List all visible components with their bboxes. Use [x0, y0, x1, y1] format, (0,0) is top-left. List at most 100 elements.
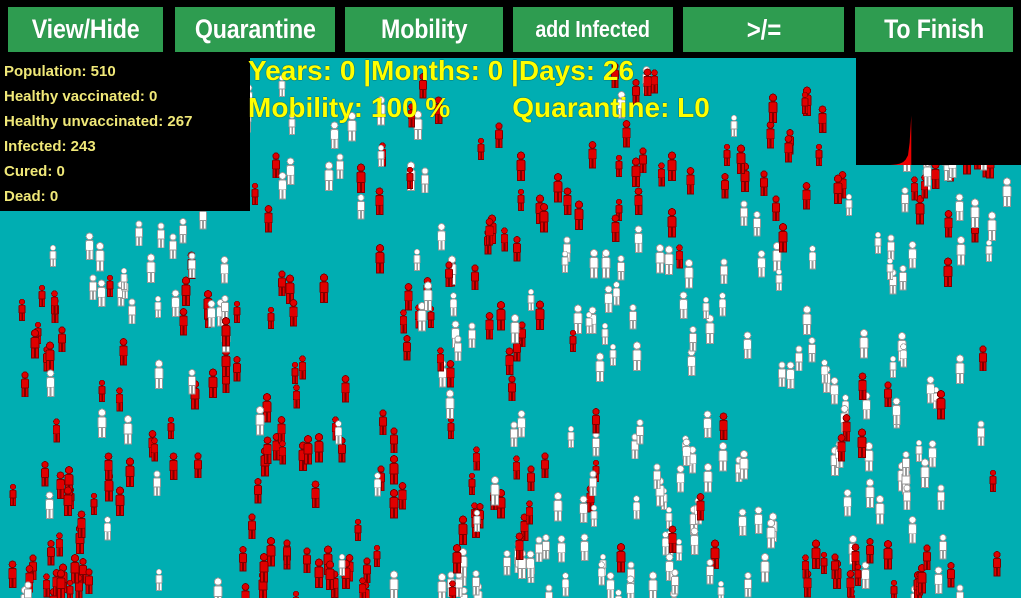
person-figure — [700, 410, 715, 444]
person-figure — [687, 527, 702, 561]
person-figure — [7, 483, 19, 512]
person-figure — [952, 354, 968, 390]
person-figure — [631, 225, 646, 259]
person-figure — [983, 239, 995, 268]
person-figure — [372, 244, 388, 279]
person-figure — [716, 412, 731, 446]
person-figure — [447, 292, 460, 322]
person-figure — [88, 492, 100, 521]
person-figure — [47, 244, 59, 273]
to-finish-button[interactable]: To Finish — [855, 7, 1013, 52]
person-figure — [275, 270, 289, 302]
person-figure — [475, 137, 487, 166]
person-figure — [185, 369, 199, 400]
person-figure — [290, 590, 302, 598]
person-figure — [150, 470, 164, 502]
person-figure — [101, 516, 114, 546]
person-figure — [933, 390, 949, 425]
person-figure — [614, 91, 629, 124]
person-figure — [21, 581, 35, 598]
person-figure — [352, 518, 364, 547]
speed-toggle-button[interactable]: >/= — [683, 7, 844, 52]
person-figure — [166, 452, 181, 486]
person-figure — [290, 384, 303, 414]
person-figure — [512, 532, 527, 566]
person-figure — [559, 572, 572, 598]
person-figure — [664, 208, 680, 243]
person-figure — [686, 326, 700, 357]
person-figure — [905, 516, 920, 549]
person-figure — [168, 289, 183, 323]
person-figure — [781, 135, 796, 168]
view-hide-label: View/Hide — [31, 14, 140, 44]
person-figure — [311, 433, 327, 468]
person-figure — [465, 322, 479, 354]
person-figure — [855, 372, 870, 406]
person-figure — [854, 428, 870, 464]
person-figure — [665, 525, 680, 559]
person-figure — [143, 253, 159, 289]
person-figure — [353, 163, 369, 199]
person-figure — [333, 153, 347, 185]
person-figure — [112, 486, 128, 522]
person-figure — [736, 450, 752, 485]
stat-population: Population: 510 — [4, 63, 116, 80]
person-figure — [94, 408, 110, 444]
person-figure — [249, 182, 261, 211]
person-figure — [783, 361, 798, 395]
person-figure — [510, 236, 524, 267]
mobility-button[interactable]: Mobility — [345, 7, 503, 52]
person-figure — [633, 419, 647, 450]
infection-graph-panel — [856, 55, 1021, 165]
person-figure — [884, 257, 896, 286]
person-figure — [308, 480, 323, 514]
person-figure — [588, 504, 600, 533]
person-figure — [386, 489, 402, 524]
person-figure — [567, 329, 579, 358]
person-figure — [113, 387, 126, 417]
person-figure — [218, 317, 234, 352]
person-figure — [872, 231, 884, 260]
person-figure — [153, 568, 165, 597]
person-figure — [482, 218, 497, 251]
person-figure — [191, 452, 205, 484]
view-hide-button[interactable]: View/Hide — [8, 7, 163, 52]
add-infected-button[interactable]: add Infected — [513, 7, 673, 52]
person-figure — [728, 114, 740, 143]
person-figure — [613, 154, 625, 183]
person-figure — [934, 484, 948, 516]
person-figure — [554, 535, 569, 568]
person-figure — [132, 220, 146, 252]
person-figure — [442, 261, 456, 293]
person-figure — [888, 579, 900, 598]
person-figure — [471, 509, 483, 538]
person-figure — [74, 510, 89, 544]
person-figure — [607, 343, 619, 372]
stat-healthy-vaccinated: Healthy vaccinated: 0 — [4, 88, 158, 105]
person-figure — [815, 105, 830, 139]
person-figure — [631, 187, 646, 221]
person-figure — [245, 513, 259, 545]
person-figure — [765, 93, 781, 129]
person-figure — [416, 73, 430, 104]
person-figure — [469, 570, 483, 598]
person-figure — [840, 489, 855, 522]
person-figure — [623, 575, 638, 598]
person-figure — [897, 343, 910, 373]
person-figure — [799, 91, 811, 120]
quarantine-label: Quarantine — [194, 14, 316, 44]
person-figure — [372, 187, 387, 221]
person-figure — [640, 68, 655, 102]
person-figure — [550, 173, 566, 208]
person-figure — [645, 571, 661, 598]
person-figure — [446, 580, 459, 598]
person-figure — [757, 553, 773, 588]
person-figure — [386, 570, 402, 598]
person-figure — [920, 544, 934, 576]
person-figure — [116, 338, 131, 371]
person-figure — [514, 410, 529, 443]
person-figure — [238, 583, 253, 598]
person-figure — [92, 242, 108, 277]
quarantine-button[interactable]: Quarantine — [175, 7, 335, 52]
person-figure — [818, 359, 831, 389]
